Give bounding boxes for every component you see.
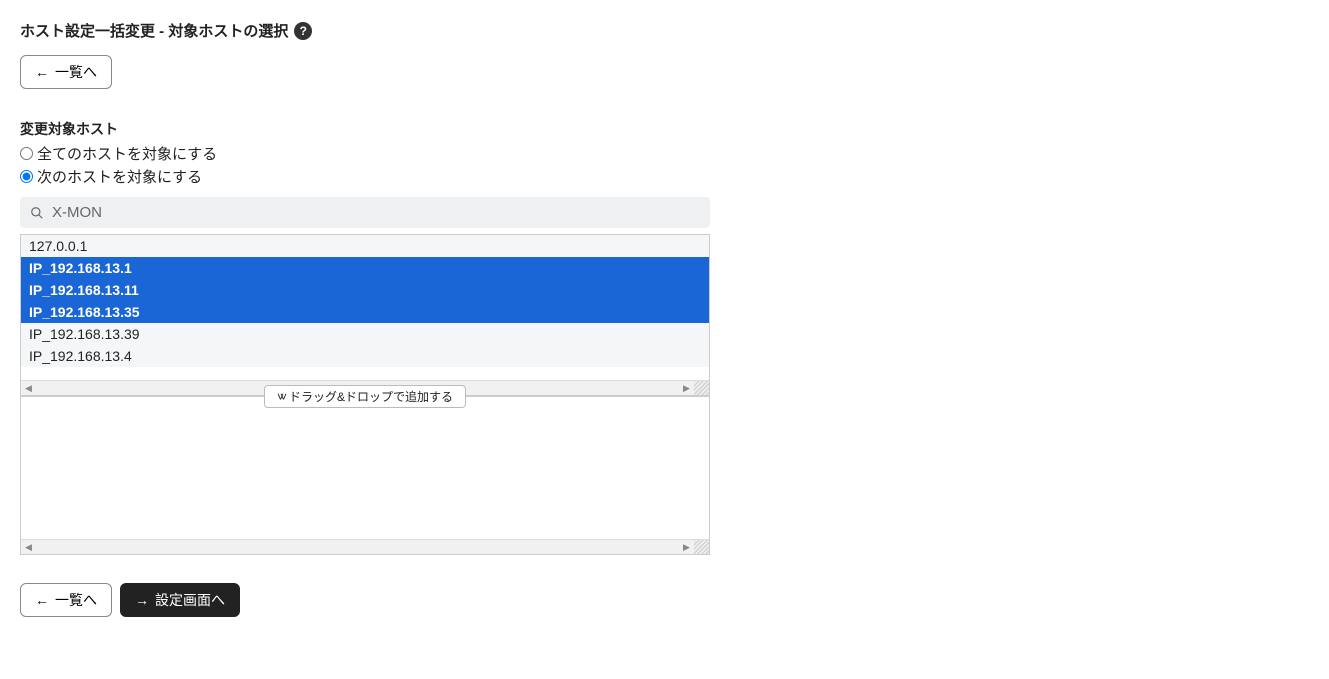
to-settings-label: 設定画面へ xyxy=(155,590,225,610)
radio-all-hosts[interactable] xyxy=(20,147,33,160)
dragdrop-label: ドラッグ&ドロップで追加する xyxy=(289,388,453,405)
radio-selected-hosts-label: 次のホストを対象にする xyxy=(37,166,202,187)
to-settings-button[interactable]: → 設定画面へ xyxy=(120,583,240,617)
dropzone-hscrollbar[interactable]: ◀ ▶ xyxy=(21,539,709,554)
page-title-row: ホスト設定一括変更 - 対象ホストの選択 ? xyxy=(20,20,1309,41)
page-title-text: ホスト設定一括変更 - 対象ホストの選択 xyxy=(20,20,288,41)
list-item[interactable]: IP_192.168.13.4 xyxy=(21,345,709,367)
back-to-list-label-bottom: 一覧へ xyxy=(55,590,97,610)
dragdrop-pill[interactable]: ˅˅ ドラッグ&ドロップで追加する xyxy=(264,385,466,408)
scroll-right-icon[interactable]: ▶ xyxy=(679,540,694,554)
source-listbox[interactable]: 127.0.0.1IP_192.168.13.1IP_192.168.13.11… xyxy=(21,235,709,380)
radio-selected-hosts-row[interactable]: 次のホストを対象にする xyxy=(20,166,1309,187)
list-item[interactable]: IP_192.168.13.1 xyxy=(21,257,709,279)
search-wrap xyxy=(20,197,710,228)
source-listbox-outer: 127.0.0.1IP_192.168.13.1IP_192.168.13.11… xyxy=(20,234,710,396)
scroll-right-icon[interactable]: ▶ xyxy=(679,381,694,395)
list-item[interactable]: IP_192.168.13.35 xyxy=(21,301,709,323)
dropzone-listbox[interactable] xyxy=(21,397,709,539)
back-to-list-button-top[interactable]: ← 一覧へ xyxy=(20,55,112,89)
search-input[interactable] xyxy=(50,203,700,222)
back-to-list-button-bottom[interactable]: ← 一覧へ xyxy=(20,583,112,617)
double-chevron-down-icon: ˅˅ xyxy=(277,390,283,404)
arrow-right-icon: → xyxy=(135,592,149,608)
radio-all-hosts-row[interactable]: 全てのホストを対象にする xyxy=(20,143,1309,164)
arrow-left-icon: ← xyxy=(35,64,49,80)
scroll-left-icon[interactable]: ◀ xyxy=(21,540,36,554)
footer-buttons: ← 一覧へ → 設定画面へ xyxy=(20,583,1309,617)
arrow-left-icon: ← xyxy=(35,592,49,608)
search-icon xyxy=(30,206,44,220)
target-hosts-label: 変更対象ホスト xyxy=(20,119,1309,139)
scroll-left-icon[interactable]: ◀ xyxy=(21,381,36,395)
radio-all-hosts-label: 全てのホストを対象にする xyxy=(37,143,217,164)
list-item[interactable]: 127.0.0.1 xyxy=(21,235,709,257)
radio-selected-hosts[interactable] xyxy=(20,170,33,183)
list-item[interactable]: IP_192.168.13.39 xyxy=(21,323,709,345)
list-item[interactable]: IP_192.168.13.11 xyxy=(21,279,709,301)
help-icon[interactable]: ? xyxy=(294,22,312,40)
back-to-list-label-top: 一覧へ xyxy=(55,62,97,82)
dropzone-outer: ◀ ▶ xyxy=(20,396,710,555)
